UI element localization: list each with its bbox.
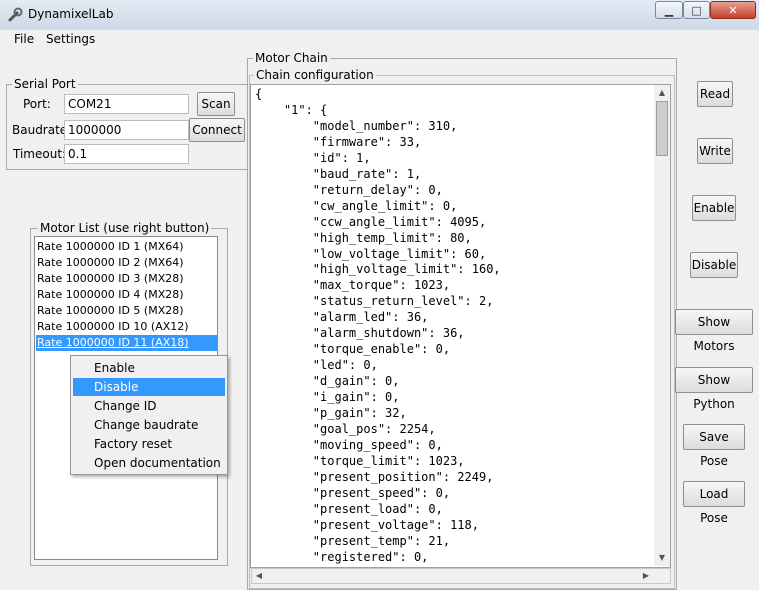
scroll-left-icon[interactable]: ◀ bbox=[252, 569, 266, 583]
timeout-field[interactable]: 0.1 bbox=[64, 144, 189, 164]
show-python-button[interactable]: Show Python bbox=[675, 367, 753, 411]
port-field[interactable]: COM21 bbox=[64, 94, 189, 114]
show-motors-button[interactable]: Show Motors bbox=[675, 309, 753, 353]
title-bar[interactable] bbox=[0, 0, 759, 30]
menu-settings[interactable]: Settings bbox=[46, 32, 95, 46]
timeout-label: Timeout: bbox=[13, 147, 67, 161]
ctx-enable[interactable]: Enable bbox=[73, 359, 225, 377]
motor-chain-legend: Motor Chain bbox=[253, 51, 330, 65]
scroll-up-icon[interactable]: ▲ bbox=[654, 85, 670, 101]
scroll-down-icon[interactable]: ▼ bbox=[654, 550, 670, 566]
vertical-scroll-thumb[interactable] bbox=[656, 101, 668, 156]
list-item[interactable]: Rate 1000000 ID 5 (MX28) bbox=[37, 303, 184, 319]
ctx-open-documentation[interactable]: Open documentation bbox=[73, 454, 225, 472]
vertical-scrollbar[interactable] bbox=[654, 85, 670, 566]
scroll-right-icon[interactable]: ▶ bbox=[639, 569, 653, 583]
read-button[interactable]: Read bbox=[697, 81, 733, 107]
connect-button[interactable]: Connect bbox=[189, 118, 245, 142]
horizontal-scrollbar[interactable] bbox=[251, 568, 671, 584]
ctx-change-baudrate[interactable]: Change baudrate bbox=[73, 416, 225, 434]
chain-config-legend: Chain configuration bbox=[254, 68, 376, 82]
list-item[interactable]: Rate 1000000 ID 2 (MX64) bbox=[37, 255, 184, 271]
scan-button[interactable]: Scan bbox=[197, 92, 235, 116]
save-pose-button[interactable]: Save Pose bbox=[683, 424, 745, 468]
context-menu: Enable Disable Change ID Change baudrate… bbox=[70, 355, 228, 475]
ctx-disable[interactable]: Disable bbox=[73, 378, 225, 396]
wrench-icon bbox=[8, 7, 23, 22]
ctx-change-id[interactable]: Change ID bbox=[73, 397, 225, 415]
chain-config-textarea[interactable]: { "1": { "model_number": 310, "firmware"… bbox=[250, 84, 671, 568]
enable-button[interactable]: Enable bbox=[692, 195, 736, 221]
load-pose-button[interactable]: Load Pose bbox=[683, 481, 745, 525]
motor-list-legend: Motor List (use right button) bbox=[38, 221, 212, 235]
serial-port-legend: Serial Port bbox=[12, 77, 78, 91]
menu-file[interactable]: File bbox=[14, 32, 34, 46]
maximize-button[interactable]: □ bbox=[683, 1, 710, 19]
list-item[interactable]: Rate 1000000 ID 1 (MX64) bbox=[37, 239, 184, 255]
menu-bar bbox=[0, 30, 759, 51]
list-item-selected[interactable]: Rate 1000000 ID 11 (AX18) bbox=[36, 335, 217, 351]
port-label: Port: bbox=[23, 97, 51, 111]
write-button[interactable]: Write bbox=[697, 138, 733, 164]
list-item[interactable]: Rate 1000000 ID 10 (AX12) bbox=[37, 319, 189, 335]
disable-button[interactable]: Disable bbox=[690, 252, 738, 278]
baudrate-field[interactable]: 1000000 bbox=[64, 120, 189, 140]
minimize-button[interactable]: ▁ bbox=[655, 1, 683, 19]
ctx-factory-reset[interactable]: Factory reset bbox=[73, 435, 225, 453]
list-item[interactable]: Rate 1000000 ID 3 (MX28) bbox=[37, 271, 184, 287]
baudrate-label: Baudrate: bbox=[12, 123, 72, 137]
close-button[interactable]: ✕ bbox=[710, 1, 756, 19]
list-item[interactable]: Rate 1000000 ID 4 (MX28) bbox=[37, 287, 184, 303]
window-title: DynamixelLab bbox=[28, 7, 114, 21]
chain-config-text: { "1": { "model_number": 310, "firmware"… bbox=[255, 87, 501, 564]
